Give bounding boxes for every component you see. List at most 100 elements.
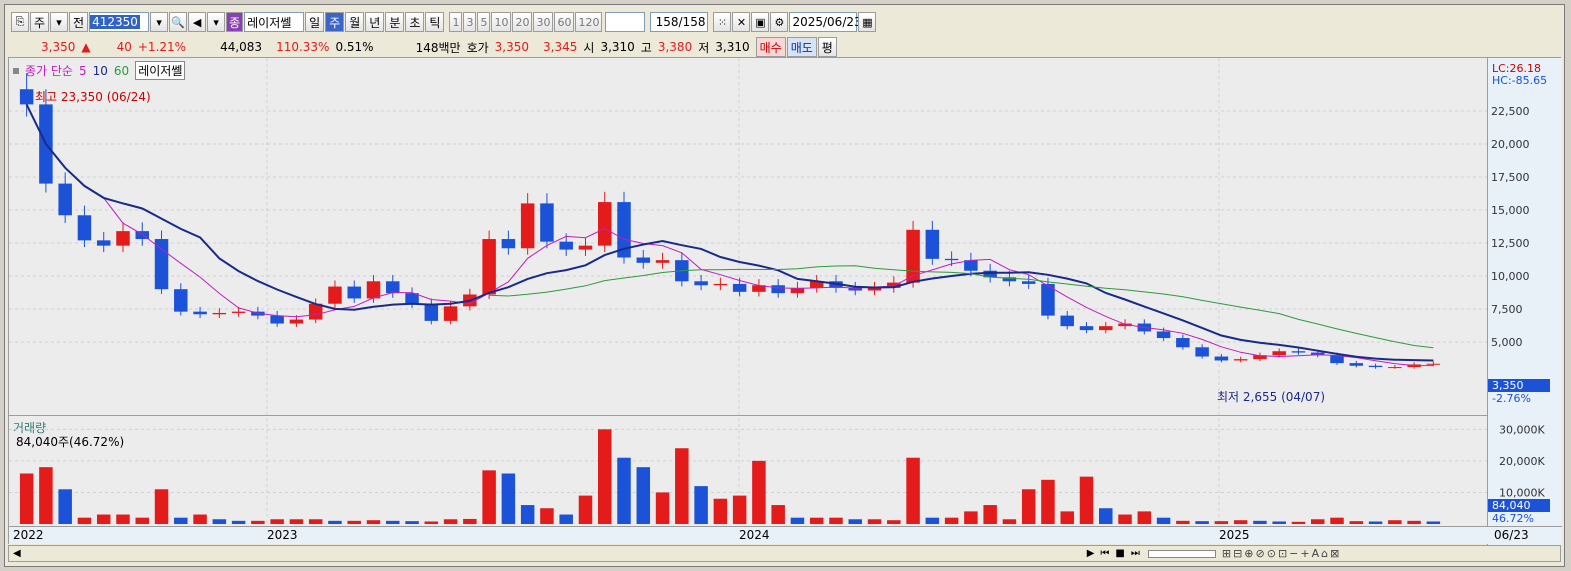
candle-body <box>1156 331 1171 339</box>
change-value: 40 <box>116 40 132 54</box>
interval-30[interactable]: 30 <box>533 12 554 32</box>
interval-120[interactable]: 120 <box>575 12 603 32</box>
quote-bar: 3,350 ▲ 40 +1.21% 44,083 110.33% 0.51% 1… <box>11 36 838 58</box>
volume-bar <box>443 519 458 524</box>
calendar-icon[interactable]: ▦ <box>858 12 877 32</box>
volume-bar <box>752 460 766 524</box>
volume-bar <box>540 508 554 524</box>
volume-bar <box>366 520 381 524</box>
volume-bar <box>636 467 651 524</box>
volume-bar <box>270 519 284 524</box>
volume-bar <box>655 492 670 524</box>
tab-tick[interactable]: 틱 <box>425 12 445 32</box>
chart-svg[interactable]: 22,500 20,000 17,500 15,000 12,500 10,000 7,50… <box>9 58 1562 526</box>
y-tick-label: 5,000 <box>1491 336 1523 349</box>
volume-bar <box>231 520 246 524</box>
chevron-down-icon[interactable]: ▾ <box>50 12 69 32</box>
stop-icon[interactable]: ■ <box>1115 548 1124 559</box>
tab-minute[interactable]: 분 <box>385 12 405 32</box>
tab-second[interactable]: 초 <box>405 12 425 32</box>
candle-body <box>289 319 304 324</box>
candle-body <box>58 183 72 216</box>
gear-icon[interactable]: ⚙ <box>770 12 789 32</box>
tab-day[interactable]: 일 <box>305 12 325 32</box>
volume-bar <box>501 473 516 524</box>
candle-body <box>116 231 130 246</box>
link-icon[interactable]: ⎘ <box>11 12 29 32</box>
volume-bar <box>829 517 843 524</box>
forward-icon[interactable]: ⏭ <box>1131 548 1140 559</box>
volume-bar <box>328 520 342 524</box>
volume-bar <box>251 520 265 524</box>
volume-bar <box>1002 519 1017 524</box>
dropdown-icon[interactable]: ▾ <box>150 12 169 32</box>
volume-bar <box>1176 520 1190 524</box>
zoom-slider[interactable] <box>1147 549 1216 558</box>
chart-area[interactable]: 종가 단순 5 10 60 레이저쎌 최고 23,350 (06/24) 최저 … <box>8 57 1562 545</box>
chevron-down-icon[interactable]: ▾ <box>207 12 226 32</box>
tab-month[interactable]: 월 <box>345 12 365 32</box>
avg-button[interactable]: 평 <box>817 37 837 57</box>
rewind-icon[interactable]: ⏮ <box>1100 548 1109 559</box>
save-icon[interactable]: ▣ <box>751 12 770 32</box>
y-tick-label: 20,000 <box>1491 138 1530 151</box>
scroll-left-icon[interactable]: ◀ <box>13 548 21 559</box>
volume-bar <box>1291 521 1306 524</box>
play-icon[interactable]: ▶ <box>1087 548 1095 559</box>
volume-bar <box>463 518 477 524</box>
amount-value: 148백만 <box>415 40 461 55</box>
stock-name-field[interactable]: 레이저쎌 <box>244 12 305 32</box>
volume-bar <box>617 457 631 524</box>
stock-code-input[interactable]: 412350 <box>89 12 150 32</box>
volume-bar <box>520 505 535 524</box>
buy-button[interactable]: 매수 <box>755 37 786 57</box>
candle-body <box>1368 365 1383 368</box>
interval-20[interactable]: 20 <box>512 12 533 32</box>
y-tick-label: 7,500 <box>1491 303 1523 316</box>
interval-3[interactable]: 3 <box>463 12 477 32</box>
speaker-icon[interactable]: ◀ <box>188 12 207 32</box>
date-input[interactable]: 2025/06/23 <box>789 12 862 32</box>
crosshair-icon[interactable]: ✕ <box>732 12 751 32</box>
candle-body <box>174 289 188 312</box>
volume-bar <box>39 467 53 524</box>
interval-10[interactable]: 10 <box>491 12 512 32</box>
custom-interval-input[interactable] <box>605 12 646 32</box>
count-field[interactable]: 158/158 <box>650 12 709 32</box>
candle-body <box>1214 356 1229 361</box>
volume-bar <box>964 511 978 524</box>
tab-year[interactable]: 년 <box>365 12 385 32</box>
low-label: 저 <box>698 40 710 55</box>
candle-body <box>193 311 207 315</box>
hoga-label: 호가 <box>466 40 489 55</box>
tab-week[interactable]: 주 <box>325 12 345 32</box>
volume-bar <box>1137 511 1152 524</box>
scroll-bar[interactable]: ◀ ▶ ⏮ ■ ⏭ ⊞⊟⊕⊘⊙⊡−+A⌂⊠ <box>8 545 1561 562</box>
candle-body <box>771 285 785 294</box>
interval-60[interactable]: 60 <box>554 12 575 32</box>
volume-bar <box>771 505 785 524</box>
drawing-tools-icon[interactable]: ⊞⊟⊕⊘⊙⊡−+A⌂⊠ <box>1222 547 1341 560</box>
basis-button[interactable]: 전 <box>69 12 89 32</box>
candle-body <box>231 311 246 313</box>
interval-1[interactable]: 1 <box>449 12 463 32</box>
x-label-2023: 2023 <box>267 528 298 542</box>
period-select[interactable]: 주 <box>30 12 50 32</box>
x-label-2022: 2022 <box>13 528 44 542</box>
candle-body <box>1195 347 1209 357</box>
y-tick-label: 17,500 <box>1491 171 1530 184</box>
volume-bar <box>1195 521 1209 524</box>
volume-bar <box>424 521 439 524</box>
volume-bar <box>1233 520 1248 524</box>
volume-bar <box>1310 519 1325 524</box>
candle-body <box>270 315 284 324</box>
sell-button[interactable]: 매도 <box>786 37 817 57</box>
volume-bar <box>482 470 496 524</box>
candle-body <box>559 241 573 250</box>
grid-icon[interactable]: ⁙ <box>713 12 732 32</box>
search-icon[interactable]: 🔍 <box>169 12 188 32</box>
y-tick-label: 12,500 <box>1491 237 1530 250</box>
candle-body <box>1388 367 1402 369</box>
interval-5[interactable]: 5 <box>477 12 491 32</box>
volume-bar <box>77 517 92 524</box>
